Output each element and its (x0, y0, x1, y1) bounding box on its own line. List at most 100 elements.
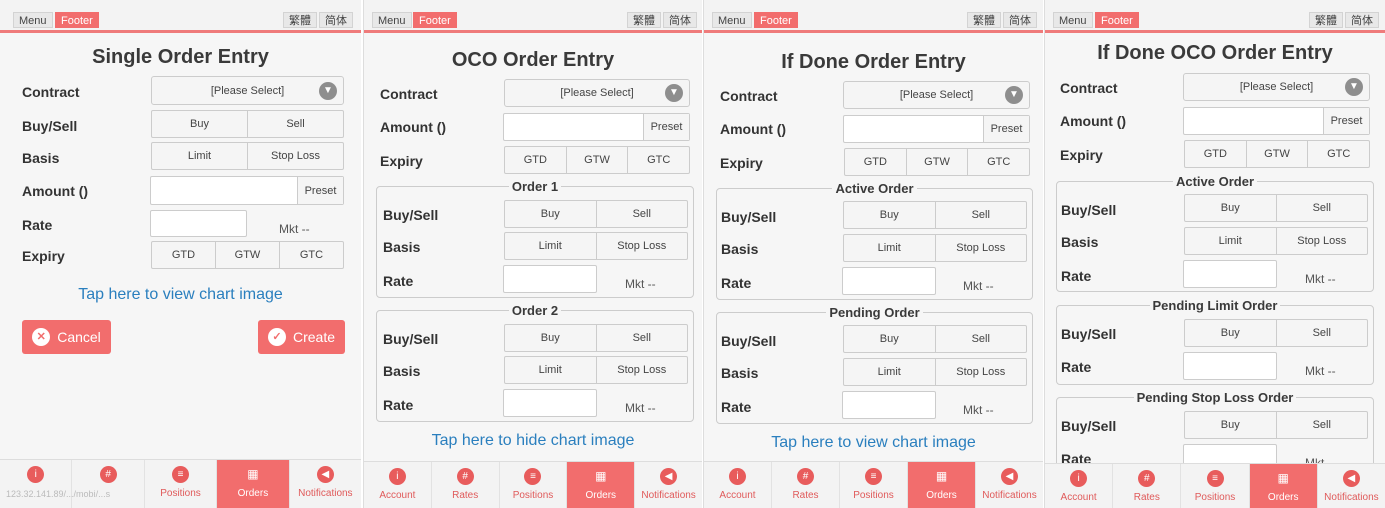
menu-button[interactable]: Menu (1053, 12, 1093, 28)
trad-chinese-button[interactable]: 繁體 (283, 12, 317, 28)
contract-select[interactable]: [Please Select] ▼ (843, 81, 1030, 109)
limit-button[interactable]: Limit (1185, 228, 1276, 254)
rate-input[interactable] (1183, 260, 1277, 288)
menu-button[interactable]: Menu (13, 12, 53, 28)
tab-rates[interactable]: # Rates (1112, 464, 1180, 508)
gtd-button[interactable]: GTD (505, 147, 566, 173)
buy-button[interactable]: Buy (844, 326, 935, 352)
stop-loss-button[interactable]: Stop Loss (247, 143, 343, 169)
cancel-button[interactable]: ✕ Cancel (22, 320, 111, 354)
menu-button[interactable]: Menu (372, 12, 412, 28)
gtd-button[interactable]: GTD (845, 149, 906, 175)
tab-account[interactable]: i Account (364, 462, 431, 508)
tab-positions[interactable]: ≡ Positions (498, 462, 567, 508)
gtw-button[interactable]: GTW (565, 147, 628, 173)
preset-button[interactable]: Preset (643, 114, 689, 140)
tab-notifications[interactable]: ◀ Notifications (634, 462, 702, 508)
rate-input[interactable] (503, 389, 597, 417)
contract-select[interactable]: [Please Select] ▼ (504, 79, 690, 107)
contract-select[interactable]: [Please Select] ▼ (1183, 73, 1370, 101)
gtc-button[interactable]: GTC (1307, 141, 1369, 167)
tab-notifications[interactable]: ◀ Notifications (1316, 464, 1385, 508)
stop-loss-button[interactable]: Stop Loss (934, 359, 1027, 385)
preset-button[interactable]: Preset (297, 177, 343, 204)
gtc-button[interactable]: GTC (279, 242, 343, 268)
tab-rates[interactable]: # Rates (771, 462, 839, 508)
rate-input[interactable] (1183, 352, 1277, 380)
sell-button[interactable]: Sell (934, 202, 1027, 228)
gtd-button[interactable]: GTD (1185, 141, 1246, 167)
limit-button[interactable]: Limit (844, 235, 935, 261)
sell-button[interactable]: Sell (934, 326, 1027, 352)
sell-button[interactable]: Sell (595, 201, 688, 227)
buy-button[interactable]: Buy (505, 325, 596, 351)
buy-button[interactable]: Buy (1185, 320, 1276, 346)
tab-orders[interactable]: ▦ Orders (216, 460, 289, 508)
preset-button[interactable]: Preset (1323, 108, 1369, 134)
chart-image-link[interactable]: Tap here to view chart image (0, 286, 361, 304)
tab-account[interactable]: i Account (1045, 464, 1112, 508)
footer-button[interactable]: Footer (754, 12, 798, 28)
buy-button[interactable]: Buy (1185, 412, 1276, 438)
footer-button[interactable]: Footer (55, 12, 99, 28)
tab-rates[interactable]: # Rates (430, 462, 499, 508)
stop-loss-button[interactable]: Stop Loss (595, 233, 688, 259)
rate-input[interactable] (842, 267, 936, 295)
tab-notifications[interactable]: ◀ Notifications (288, 460, 361, 508)
footer-button[interactable]: Footer (413, 12, 457, 28)
chart-image-link[interactable]: Tap here to hide chart image (364, 432, 702, 450)
tab-orders[interactable]: ▦ Orders (566, 462, 635, 508)
rate-input[interactable] (503, 265, 597, 293)
tab-account[interactable]: i (0, 460, 71, 508)
simp-chinese-button[interactable]: 简体 (1345, 12, 1379, 28)
gtc-button[interactable]: GTC (967, 149, 1029, 175)
limit-button[interactable]: Limit (152, 143, 247, 169)
gtw-button[interactable]: GTW (905, 149, 968, 175)
amount-input[interactable] (151, 177, 297, 204)
buy-button[interactable]: Buy (1185, 195, 1276, 221)
footer-button[interactable]: Footer (1095, 12, 1139, 28)
gtw-button[interactable]: GTW (215, 242, 279, 268)
tab-positions[interactable]: ≡ Positions (1180, 464, 1248, 508)
rate-input[interactable] (842, 391, 936, 419)
trad-chinese-button[interactable]: 繁體 (967, 12, 1001, 28)
gtc-button[interactable]: GTC (627, 147, 689, 173)
sell-button[interactable]: Sell (595, 325, 688, 351)
sell-button[interactable]: Sell (1275, 412, 1368, 438)
contract-select[interactable]: [Please Select] ▼ (151, 76, 344, 105)
stop-loss-button[interactable]: Stop Loss (1275, 228, 1368, 254)
simp-chinese-button[interactable]: 简体 (1003, 12, 1037, 28)
limit-button[interactable]: Limit (844, 359, 935, 385)
trad-chinese-button[interactable]: 繁體 (627, 12, 661, 28)
buy-button[interactable]: Buy (152, 111, 247, 137)
sell-button[interactable]: Sell (1275, 320, 1368, 346)
stop-loss-button[interactable]: Stop Loss (595, 357, 688, 383)
simp-chinese-button[interactable]: 简体 (663, 12, 697, 28)
rate-input[interactable] (150, 210, 247, 237)
sell-button[interactable]: Sell (1275, 195, 1368, 221)
preset-button[interactable]: Preset (983, 116, 1029, 142)
gtd-button[interactable]: GTD (152, 242, 215, 268)
amount-input[interactable] (504, 114, 643, 140)
buy-button[interactable]: Buy (505, 201, 596, 227)
tab-notifications[interactable]: ◀ Notifications (975, 462, 1043, 508)
create-button[interactable]: ✓ Create (258, 320, 345, 354)
simp-chinese-button[interactable]: 简体 (319, 12, 353, 28)
amount-input[interactable] (1184, 108, 1323, 134)
buy-button[interactable]: Buy (844, 202, 935, 228)
amount-input[interactable] (844, 116, 983, 142)
gtw-button[interactable]: GTW (1245, 141, 1308, 167)
tab-rates[interactable]: # (71, 460, 143, 508)
tab-orders[interactable]: ▦ Orders (1248, 464, 1317, 508)
chart-image-link[interactable]: Tap here to view chart image (704, 434, 1043, 452)
tab-positions[interactable]: ≡ Positions (143, 460, 216, 508)
tab-positions[interactable]: ≡ Positions (839, 462, 907, 508)
trad-chinese-button[interactable]: 繁體 (1309, 12, 1343, 28)
limit-button[interactable]: Limit (505, 233, 596, 259)
limit-button[interactable]: Limit (505, 357, 596, 383)
stop-loss-button[interactable]: Stop Loss (934, 235, 1027, 261)
tab-account[interactable]: i Account (704, 462, 771, 508)
sell-button[interactable]: Sell (247, 111, 343, 137)
menu-button[interactable]: Menu (712, 12, 752, 28)
tab-orders[interactable]: ▦ Orders (907, 462, 975, 508)
